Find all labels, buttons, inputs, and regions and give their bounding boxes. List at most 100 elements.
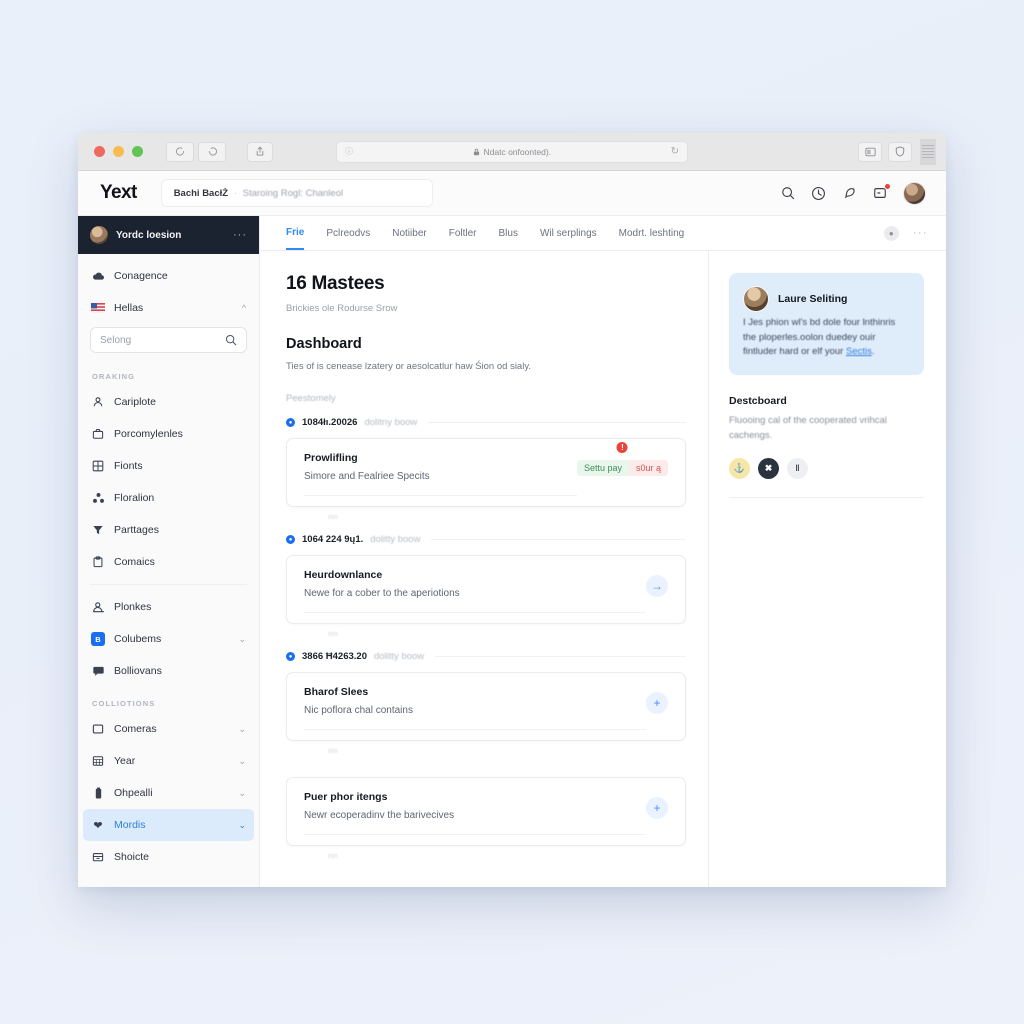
card-footer-rule bbox=[304, 612, 646, 613]
status-badge[interactable]: ! Settu pay s0ur ą bbox=[576, 442, 668, 476]
breadcrumb[interactable]: Bachi BacłŻ · Staroing Rogl: Chanleol bbox=[160, 179, 433, 207]
minimize-window-button[interactable] bbox=[113, 146, 124, 157]
chevron-down-icon[interactable]: ⌄ bbox=[238, 724, 246, 735]
arrow-right-icon[interactable]: → bbox=[646, 575, 668, 597]
list-item[interactable]: Bharof Slees Nic poflora chal contains + bbox=[286, 672, 686, 741]
sidebar-item-label: Plonkes bbox=[114, 601, 152, 613]
nav-buttons[interactable] bbox=[166, 141, 226, 162]
inbox-icon[interactable] bbox=[873, 183, 891, 200]
anchor-chip-icon[interactable]: ⚓ bbox=[729, 457, 750, 479]
card-description: Nic poflora chal contains bbox=[304, 705, 413, 716]
close-chip-icon[interactable]: ✖ bbox=[758, 457, 779, 479]
page-info-icon[interactable]: ⓘ bbox=[345, 146, 353, 157]
chevron-down-icon[interactable]: ⌄ bbox=[238, 634, 246, 645]
tabs-overview-icon[interactable] bbox=[858, 141, 882, 162]
sidebar-item-comeras[interactable]: Comeras ⌄ bbox=[78, 713, 259, 745]
bars-chip-icon[interactable]: ‖ bbox=[787, 457, 808, 479]
group-meta: dolitty boow bbox=[373, 651, 425, 662]
tab-frie[interactable]: Frie bbox=[286, 216, 305, 250]
chevron-down-icon[interactable]: ⌄ bbox=[238, 788, 246, 799]
feather-icon[interactable] bbox=[842, 186, 857, 201]
sidebar-item-plonkes[interactable]: Plonkes bbox=[78, 591, 259, 623]
window-resize-grip[interactable] bbox=[920, 138, 936, 165]
status-dot-icon: ● bbox=[286, 652, 295, 661]
sidebar-item-fionts[interactable]: Fionts bbox=[78, 450, 259, 482]
sidebar-item-year[interactable]: Year ⌄ bbox=[78, 745, 259, 777]
chevron-down-icon[interactable]: ⌄ bbox=[238, 756, 246, 767]
group-id: 1064 224 9ų1. bbox=[302, 534, 364, 545]
close-window-button[interactable] bbox=[94, 146, 105, 157]
list-label: Peestomely bbox=[286, 393, 336, 404]
reload-icon[interactable]: ↻ bbox=[671, 146, 679, 157]
sidebar-item-ohpealli[interactable]: Ohpealli ⌄ bbox=[78, 777, 259, 809]
plus-icon[interactable]: + bbox=[646, 692, 668, 714]
sidebar-item-hellas[interactable]: Hellas ^ bbox=[78, 292, 259, 324]
search-input-placeholder: Selong bbox=[100, 334, 132, 346]
list-item[interactable]: Prowlifling Simore and Fealriee Specits … bbox=[286, 438, 686, 507]
back-icon[interactable] bbox=[166, 141, 194, 162]
avatar[interactable] bbox=[903, 181, 926, 205]
sidebar-item-label: Ohpealli bbox=[114, 787, 153, 799]
avatar[interactable] bbox=[743, 286, 769, 312]
breadcrumb-primary[interactable]: Bachi BacłŻ bbox=[174, 188, 228, 199]
tab-pclreodvs[interactable]: Pclreodvs bbox=[326, 216, 370, 250]
battery-icon bbox=[91, 786, 105, 800]
tab-modrt-leshting[interactable]: Modrt. leshting bbox=[619, 216, 685, 250]
more-options-icon[interactable]: ··· bbox=[913, 227, 928, 239]
list-item[interactable]: Heurdownlance Newe for a cober to the ap… bbox=[286, 555, 686, 624]
center-panel[interactable]: 16 Mastees Brickies ole Rodurse Srow Das… bbox=[260, 251, 708, 887]
card-actions: → bbox=[646, 569, 668, 597]
tab-wil-serplings[interactable]: Wil serplings bbox=[540, 216, 597, 250]
sidebar-item-label: Floralion bbox=[114, 492, 155, 504]
sidebar-scroll[interactable]: Conagence Hellas ^ Selong ORAKING Caripl… bbox=[78, 254, 259, 887]
zoom-window-button[interactable] bbox=[132, 146, 143, 157]
search-input[interactable]: Selong bbox=[90, 327, 247, 353]
sidebar-item-bolliovans[interactable]: Bolliovans bbox=[78, 655, 259, 687]
brand-logo[interactable]: Yext bbox=[94, 182, 137, 204]
sidebar-item-parttages[interactable]: Parttages bbox=[78, 514, 259, 546]
chevron-up-icon[interactable]: ^ bbox=[242, 303, 246, 313]
search-icon[interactable] bbox=[781, 186, 795, 200]
tab-notiiber[interactable]: Notiiber bbox=[392, 216, 426, 250]
address-bar[interactable]: ⓘ Ndatc onfoonted). ↻ bbox=[336, 140, 688, 163]
sidebar-item-shoicte[interactable]: Shoicte bbox=[78, 841, 259, 873]
sidebar-item-conagence[interactable]: Conagence bbox=[78, 260, 259, 292]
tab-blus[interactable]: Blus bbox=[499, 216, 518, 250]
tab-foltler[interactable]: Foltler bbox=[449, 216, 477, 250]
sidebar-item-porcomylenles[interactable]: Porcomylenles bbox=[78, 418, 259, 450]
search-icon[interactable] bbox=[225, 334, 237, 346]
sidebar-item-cariplote[interactable]: Cariplote bbox=[78, 386, 259, 418]
page-title: 16 Mastees bbox=[286, 273, 385, 294]
group-id: 1084łı.20026 bbox=[302, 417, 358, 428]
group-rule bbox=[431, 539, 686, 540]
sidebar-item-label: Year bbox=[114, 755, 136, 767]
share-icon[interactable] bbox=[247, 141, 273, 162]
note-link[interactable]: Sectis bbox=[846, 346, 872, 357]
sidebar-item-mordis[interactable]: ❤ Mordis ⌄ bbox=[83, 809, 254, 841]
account-menu-icon[interactable]: ··· bbox=[233, 229, 247, 241]
chrome-right-buttons[interactable] bbox=[858, 138, 936, 165]
traffic-lights[interactable] bbox=[94, 146, 143, 157]
group-header: ● 3866 Ħ4263.20 dolitty boow bbox=[286, 651, 686, 662]
group-header: ● 1084łı.20026 dolitny boow bbox=[286, 417, 686, 428]
sidebar-item-label: Bolliovans bbox=[114, 665, 162, 677]
alert-icon[interactable]: ! bbox=[616, 442, 628, 453]
card-text: Heurdownlance Newe for a cober to the ap… bbox=[304, 569, 646, 613]
status-badge-success: Settu pay bbox=[576, 460, 629, 476]
sidebar-item-colubems[interactable]: B Colubems ⌄ bbox=[78, 623, 259, 655]
card-title: Puer phor itengs bbox=[304, 791, 388, 803]
shield-icon[interactable] bbox=[888, 141, 912, 162]
sidebar-item-floralion[interactable]: Floralion bbox=[78, 482, 259, 514]
forward-icon[interactable] bbox=[198, 141, 226, 162]
breadcrumb-secondary[interactable]: Staroing Rogl: Chanleol bbox=[243, 188, 343, 199]
sidebar-item-label: Comaics bbox=[114, 556, 155, 568]
group-header: ● 1064 224 9ų1. dolitty boow bbox=[286, 534, 686, 545]
chevron-down-icon[interactable]: ⌄ bbox=[238, 820, 246, 831]
status-dot-icon: ● bbox=[286, 535, 295, 544]
help-circle-icon[interactable] bbox=[811, 186, 826, 201]
list-item[interactable]: Puer phor itengs Newr ecoperadinv the ba… bbox=[286, 777, 686, 846]
sidebar-item-comaics[interactable]: Comaics bbox=[78, 546, 259, 578]
avatar[interactable]: ● bbox=[883, 225, 899, 241]
sidebar-account-header[interactable]: Yordc loesion ··· bbox=[78, 216, 259, 254]
plus-icon[interactable]: + bbox=[646, 797, 668, 819]
